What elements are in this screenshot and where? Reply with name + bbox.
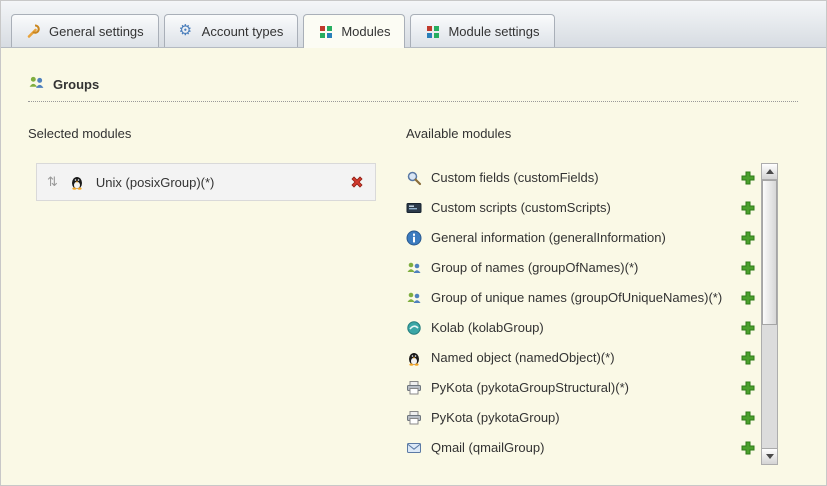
available-module-row: PyKota (pykotaGroupStructural)(*): [406, 373, 756, 403]
available-module-label: Custom fields (customFields): [422, 170, 740, 186]
tab-label: Modules: [341, 24, 390, 39]
groups-section-title: Groups: [53, 77, 99, 92]
group-icon: [406, 260, 422, 276]
available-module-row: Group of unique names (groupOfUniqueName…: [406, 283, 756, 313]
add-module-button[interactable]: [740, 320, 756, 336]
kolab-icon: [406, 320, 422, 336]
selected-modules-heading: Selected modules: [28, 126, 406, 141]
add-module-button[interactable]: [740, 350, 756, 366]
selected-modules-column: Selected modules ⇅ Unix (posixGroup)(*): [28, 126, 406, 465]
available-modules-heading: Available modules: [406, 126, 778, 141]
available-module-row: Qmail (qmailGroup): [406, 433, 756, 463]
printer-icon: [406, 410, 422, 426]
section-divider: [28, 101, 798, 102]
printer-icon: [406, 380, 422, 396]
add-module-button[interactable]: [740, 380, 756, 396]
add-module-button[interactable]: [740, 290, 756, 306]
add-module-button[interactable]: [740, 170, 756, 186]
add-module-button[interactable]: [740, 410, 756, 426]
available-module-label: Custom scripts (customScripts): [422, 200, 740, 216]
add-module-button[interactable]: [740, 200, 756, 216]
remove-module-button[interactable]: [349, 174, 365, 190]
mail-icon: [406, 440, 422, 456]
available-module-label: Group of names (groupOfNames)(*): [422, 260, 740, 276]
tux-icon: [406, 350, 422, 366]
available-module-row: Custom fields (customFields): [406, 163, 756, 193]
group-icon: [406, 290, 422, 306]
available-module-label: PyKota (pykotaGroupStructural)(*): [422, 380, 740, 396]
available-module-label: General information (generalInformation): [422, 230, 740, 246]
gear-icon: ⚙: [179, 23, 195, 39]
tab-account-types[interactable]: ⚙ Account types: [164, 14, 299, 47]
scrollbar-thumb[interactable]: [762, 180, 777, 325]
selected-modules-list: ⇅ Unix (posixGroup)(*): [36, 163, 376, 201]
available-modules-column: Available modules Custom fields (customF…: [406, 126, 778, 465]
module-columns: Selected modules ⇅ Unix (posixGroup)(*): [28, 126, 778, 465]
tab-label: Account types: [202, 24, 284, 39]
magnifier-icon: [406, 170, 422, 186]
available-modules-list: Custom fields (customFields) Custom scri…: [406, 163, 756, 463]
scrollbar-down-arrow[interactable]: [762, 448, 777, 464]
tux-icon: [69, 174, 85, 190]
tab-bar: General settings ⚙ Account types Modules…: [1, 1, 826, 48]
modules-blocks-icon: [318, 23, 334, 39]
available-module-row: Kolab (kolabGroup): [406, 313, 756, 343]
wrench-icon: [26, 23, 42, 39]
available-module-label: PyKota (pykotaGroup): [422, 410, 740, 426]
groups-section-header: Groups: [28, 74, 778, 94]
modules-tab-content: Groups Selected modules ⇅ Unix (posixGro…: [1, 48, 826, 465]
selected-module-row[interactable]: ⇅ Unix (posixGroup)(*): [36, 163, 376, 201]
tab-label: General settings: [49, 24, 144, 39]
add-module-button[interactable]: [740, 260, 756, 276]
script-icon: [406, 200, 422, 216]
lam-configuration-window: General settings ⚙ Account types Modules…: [0, 0, 827, 486]
available-module-row: General information (generalInformation): [406, 223, 756, 253]
scrollbar-up-arrow[interactable]: [762, 164, 777, 180]
drag-handle-icon[interactable]: ⇅: [47, 174, 58, 190]
available-module-row: PyKota (pykotaGroup): [406, 403, 756, 433]
add-module-button[interactable]: [740, 440, 756, 456]
available-module-row: Custom scripts (customScripts): [406, 193, 756, 223]
tab-general-settings[interactable]: General settings: [11, 14, 159, 47]
selected-module-label: Unix (posixGroup)(*): [96, 175, 338, 190]
available-module-row: Group of names (groupOfNames)(*): [406, 253, 756, 283]
tab-modules[interactable]: Modules: [303, 14, 405, 48]
available-module-row: Named object (namedObject)(*): [406, 343, 756, 373]
info-icon: [406, 230, 422, 246]
available-module-label: Named object (namedObject)(*): [422, 350, 740, 366]
add-module-button[interactable]: [740, 230, 756, 246]
available-modules-scrollbar[interactable]: [761, 163, 778, 465]
available-module-label: Group of unique names (groupOfUniqueName…: [422, 290, 740, 306]
triangle-up-icon: [766, 169, 774, 174]
available-modules-scroll-area: Custom fields (customFields) Custom scri…: [406, 163, 778, 465]
triangle-down-icon: [766, 454, 774, 459]
groups-icon: [28, 74, 45, 94]
available-module-label: Qmail (qmailGroup): [422, 440, 740, 456]
available-module-label: Kolab (kolabGroup): [422, 320, 740, 336]
modules-blocks-icon: [425, 23, 441, 39]
tab-label: Module settings: [448, 24, 539, 39]
tab-module-settings[interactable]: Module settings: [410, 14, 554, 47]
